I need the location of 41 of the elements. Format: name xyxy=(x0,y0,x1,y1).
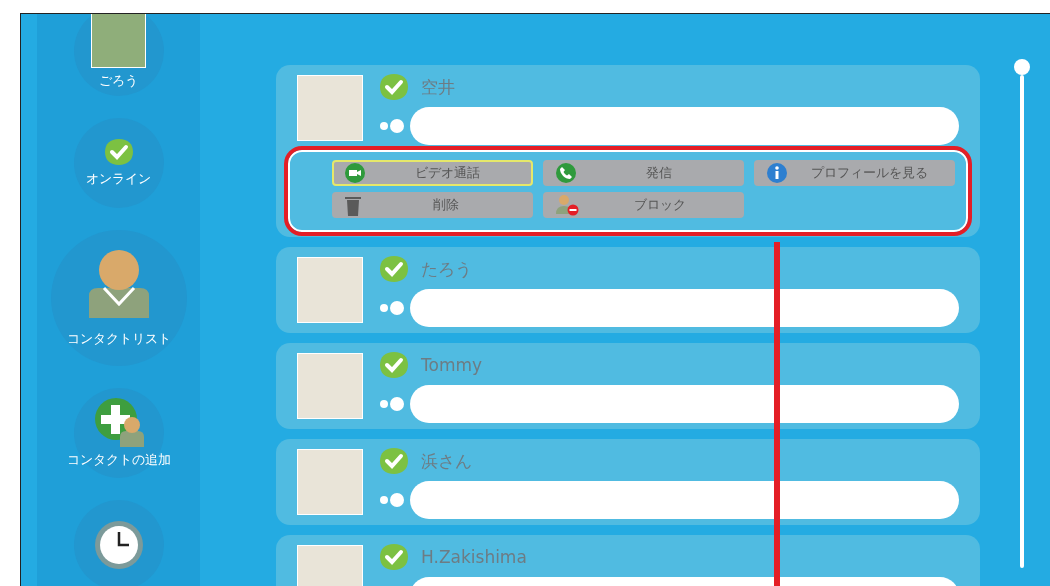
mood-message-field[interactable] xyxy=(410,385,959,423)
nav-button[interactable]: オンライン xyxy=(37,118,200,208)
mood-message-field[interactable] xyxy=(410,107,959,145)
clock-icon xyxy=(93,520,144,570)
speech-dots-icon xyxy=(379,119,405,133)
block-contact-icon xyxy=(555,194,579,216)
video-camera-icon xyxy=(344,162,366,184)
contact-name: 空井 xyxy=(421,75,455,99)
nav-button[interactable]: コンタクトリスト xyxy=(37,230,200,366)
status-check-icon xyxy=(103,138,134,166)
contact-name: たろう xyxy=(421,257,472,281)
phone-icon xyxy=(555,162,577,184)
mood-message-field[interactable] xyxy=(410,481,959,519)
photo-placeholder xyxy=(91,14,146,68)
contact-name: Tommy xyxy=(421,355,483,375)
contact-card[interactable]: たろう xyxy=(276,247,980,333)
avatar-placeholder xyxy=(297,75,363,141)
speech-dots-icon xyxy=(379,301,405,315)
action-button[interactable]: ビデオ通話 xyxy=(332,160,533,186)
info-icon xyxy=(766,162,788,184)
action-button[interactable]: ブロック xyxy=(543,192,744,218)
speech-dots-icon xyxy=(379,397,405,411)
avatar-placeholder xyxy=(297,257,363,323)
contact-name: 浜さん xyxy=(421,449,472,473)
action-button[interactable]: 削除 xyxy=(332,192,533,218)
action-button[interactable]: プロフィールを見る xyxy=(754,160,955,186)
contact-card[interactable]: 空井 ビデオ通話 発信 プロフィールを見る 削除 ブロック xyxy=(276,65,980,237)
trash-icon xyxy=(344,194,362,216)
contact-card[interactable]: H.Zakishima xyxy=(276,535,980,586)
add-contact-icon xyxy=(93,397,144,447)
scroll-thumb[interactable] xyxy=(1014,59,1030,75)
avatar-placeholder xyxy=(297,449,363,515)
scroll-track[interactable] xyxy=(1020,75,1024,568)
nav-button[interactable]: コンタクトの追加 xyxy=(37,388,200,478)
contact-card[interactable]: 浜さん xyxy=(276,439,980,525)
contact-card[interactable]: Tommy xyxy=(276,343,980,429)
contact-name: H.Zakishima xyxy=(421,547,527,567)
avatar-placeholder xyxy=(297,353,363,419)
mood-message-field[interactable] xyxy=(410,289,959,327)
speech-dots-icon xyxy=(379,493,405,507)
action-button[interactable]: 発信 xyxy=(543,160,744,186)
